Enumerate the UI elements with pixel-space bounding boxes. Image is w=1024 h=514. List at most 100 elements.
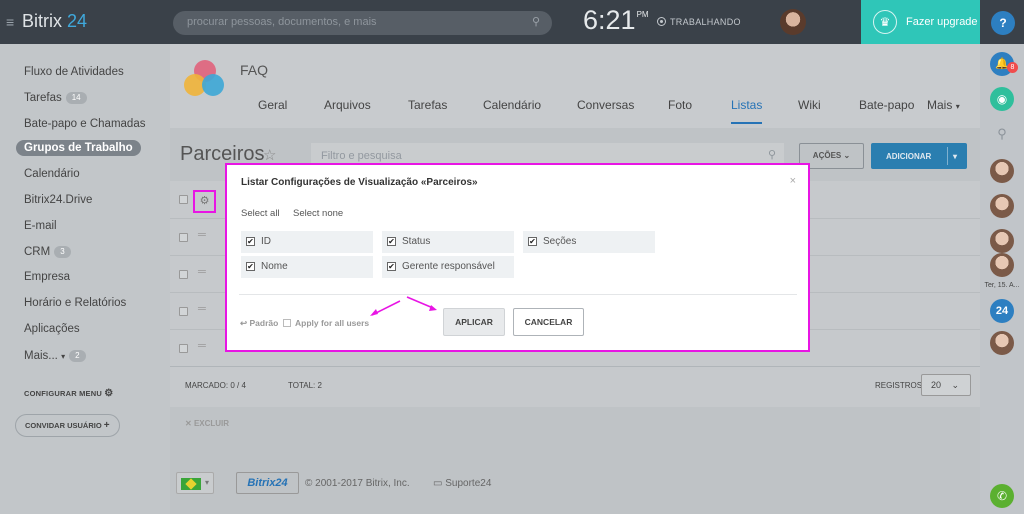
invite-user-button[interactable]: CONVIDAR USUÁRIO + <box>15 414 120 437</box>
menu-item-counter: 14 <box>65 92 87 104</box>
tab-conversations[interactable]: Conversas <box>577 98 634 112</box>
close-icon: ✕ <box>185 419 192 428</box>
add-label: ADICIONAR <box>886 152 932 161</box>
clock[interactable]: 6:21PM <box>583 5 649 36</box>
record-icon <box>657 17 666 26</box>
contact-avatar[interactable] <box>990 331 1014 355</box>
search-icon: ⚲ <box>531 16 540 28</box>
grid-settings-gear-icon[interactable]: ⚙ <box>193 190 216 213</box>
clock-time: 6:21 <box>583 5 636 35</box>
help-button[interactable]: ? <box>991 11 1015 35</box>
menu-icon[interactable]: ≡ <box>6 14 19 30</box>
menu-item-calendar[interactable]: Calendário <box>24 168 80 180</box>
chevron-down-icon: ⌄ <box>843 151 851 160</box>
drag-handle-icon[interactable]: ═ <box>198 303 206 315</box>
row-checkbox[interactable] <box>179 344 188 353</box>
menu-item-applications[interactable]: Aplicações <box>24 323 80 335</box>
menu-item-label: E-mail <box>24 220 57 232</box>
drag-handle-icon[interactable]: ═ <box>198 266 206 278</box>
records-per-page-select[interactable]: 20 ⌄ <box>921 374 971 396</box>
arrow-head <box>370 309 378 316</box>
phone-icon: ✆ <box>996 489 1008 503</box>
contact-avatar[interactable] <box>990 229 1014 253</box>
menu-item-chat[interactable]: Bate-papo e Chamadas <box>24 118 145 130</box>
chevron-down-icon: ⌄ <box>951 380 960 390</box>
copyright: © 2001-2017 Bitrix, Inc. <box>305 478 410 489</box>
contact-avatar[interactable] <box>990 194 1014 218</box>
select-all-checkbox[interactable] <box>179 195 188 204</box>
menu-item-label: Grupos de Trabalho <box>24 142 133 154</box>
star-icon[interactable]: ☆ <box>263 146 276 164</box>
gear-icon: ⚙ <box>104 388 114 399</box>
group-name[interactable]: FAQ <box>240 62 268 78</box>
grid-footer: MARCADO: 0 / 4 TOTAL: 2 REGISTROS: 20 ⌄ <box>170 366 980 402</box>
upgrade-label: Fazer upgrade <box>906 16 978 28</box>
crown-icon: ♛ <box>873 10 897 34</box>
drag-handle-icon[interactable]: ═ <box>198 229 206 241</box>
tab-chat[interactable]: Bate-papo <box>859 98 914 112</box>
notifications-badge: 8 <box>1007 62 1018 73</box>
recent-date: Ter, 15. A... <box>984 282 1020 289</box>
menu-item-label: CRM <box>24 246 51 258</box>
delete-label: EXCLUIR <box>193 419 230 428</box>
support-link[interactable]: ▭ Suporte24 <box>433 478 491 489</box>
menu-item-email[interactable]: E-mail <box>24 220 57 232</box>
bitrix24-chat-button[interactable]: 24 <box>990 299 1014 323</box>
tab-more[interactable]: Mais ▾ <box>927 98 960 112</box>
view-settings-dialog: Listar Configurações de Visualização «Pa… <box>225 163 810 352</box>
menu-item-time-reports[interactable]: Horário e Relatórios <box>24 297 126 309</box>
tab-files[interactable]: Arquivos <box>324 98 371 112</box>
tab-calendar[interactable]: Calendário <box>483 98 541 112</box>
bitrix-logo[interactable]: ≡ Bitrix 24 <box>6 11 87 32</box>
chevron-down-icon: ▾ <box>955 102 960 111</box>
work-status-label: TRABALHANDO <box>670 17 741 27</box>
menu-item-label: Horário e Relatórios <box>24 297 127 309</box>
open-channels-button[interactable]: ◉ <box>990 87 1014 111</box>
notifications-button[interactable]: 🔔 8 <box>990 52 1018 76</box>
contact-avatar[interactable] <box>990 253 1014 277</box>
clock-ampm: PM <box>636 10 649 19</box>
menu-item-counter: 3 <box>54 246 71 258</box>
global-search-input[interactable]: procurar pessoas, documentos, e mais ⚲ <box>173 11 552 35</box>
language-selector[interactable]: ▾ <box>176 472 214 494</box>
upgrade-button[interactable]: ♛ Fazer upgrade <box>861 0 980 44</box>
rail-search-button[interactable]: ⚲ <box>990 122 1014 146</box>
top-bar: ≡ Bitrix 24 procurar pessoas, documentos,… <box>0 0 1024 44</box>
tab-lists[interactable]: Listas <box>731 98 763 124</box>
tab-photo[interactable]: Foto <box>668 98 692 112</box>
phone-button[interactable]: ✆ <box>990 484 1014 508</box>
add-button[interactable]: ADICIONAR ▾ <box>871 143 967 169</box>
drag-handle-icon[interactable]: ═ <box>198 340 206 352</box>
right-rail: 🔔 8 ◉ ⚲ Ter, 15. A... 24 ✆ <box>980 44 1024 514</box>
user-avatar[interactable] <box>780 9 806 35</box>
menu-item-workgroups[interactable]: Grupos de Trabalho <box>16 140 141 156</box>
menu-item-label: Calendário <box>24 168 80 180</box>
tab-wiki[interactable]: Wiki <box>798 98 821 112</box>
search-icon: ⚲ <box>997 126 1007 141</box>
delete-button[interactable]: ✕ EXCLUIR <box>185 419 229 428</box>
tab-tasks[interactable]: Tarefas <box>408 98 447 112</box>
menu-item-tasks[interactable]: Tarefas 14 <box>24 92 87 104</box>
bitrix24-logo-button[interactable]: Bitrix24 <box>236 472 299 494</box>
support-label: Suporte24 <box>445 478 492 489</box>
row-checkbox[interactable] <box>179 233 188 242</box>
actions-label: AÇÕES <box>812 151 842 160</box>
total-count: TOTAL: 2 <box>288 381 322 390</box>
menu-item-label: Mais... <box>24 350 58 362</box>
row-checkbox[interactable] <box>179 307 188 316</box>
invite-user-label: CONVIDAR USUÁRIO <box>25 421 102 430</box>
menu-item-more[interactable]: Mais... ▾ 2 <box>24 350 86 362</box>
contact-avatar[interactable] <box>990 159 1014 183</box>
work-status[interactable]: TRABALHANDO <box>657 17 741 27</box>
chat-bubble-icon: ◉ <box>996 92 1008 106</box>
menu-item-label: Bitrix24.Drive <box>24 194 93 206</box>
tab-general[interactable]: Geral <box>258 98 287 112</box>
configure-menu-button[interactable]: CONFIGURAR MENU ⚙ <box>24 388 113 399</box>
menu-item-label: Fluxo de Atividades <box>24 66 124 78</box>
chevron-down-icon[interactable]: ▾ <box>953 152 957 161</box>
menu-item-drive[interactable]: Bitrix24.Drive <box>24 194 92 206</box>
menu-item-activity-stream[interactable]: Fluxo de Atividades <box>24 66 124 78</box>
menu-item-company[interactable]: Empresa <box>24 271 70 283</box>
row-checkbox[interactable] <box>179 270 188 279</box>
menu-item-crm[interactable]: CRM 3 <box>24 246 71 258</box>
